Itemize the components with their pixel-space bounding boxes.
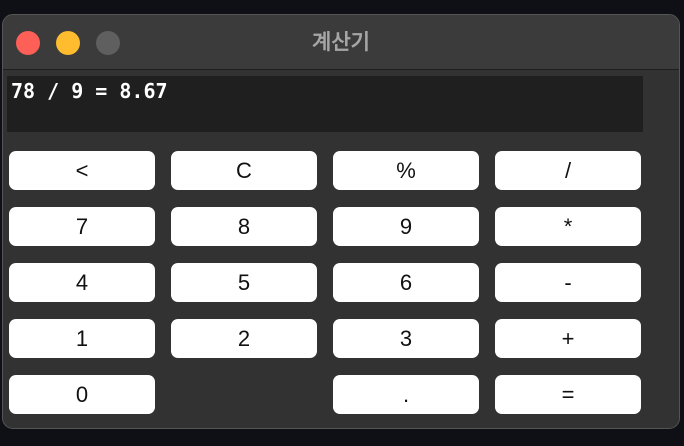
key-divide-button[interactable]: / — [495, 151, 641, 190]
key-clear-button[interactable]: C — [171, 151, 317, 190]
key-multiply-button[interactable]: * — [495, 207, 641, 246]
key-decimal-button[interactable]: . — [333, 375, 479, 414]
key-backspace-button[interactable]: < — [9, 151, 155, 190]
key-add-button[interactable]: + — [495, 319, 641, 358]
key-2-button[interactable]: 2 — [171, 319, 317, 358]
key-5-button[interactable]: 5 — [171, 263, 317, 302]
key-1-button[interactable]: 1 — [9, 319, 155, 358]
key-subtract-button[interactable]: - — [495, 263, 641, 302]
key-0-button[interactable]: 0 — [9, 375, 155, 414]
calculator-window: 계산기 78 / 9 = 8.67 < C% / 7 8 9 * 4 5 6- 1 2 3 +0. = — [2, 14, 680, 429]
result-display: 78 / 9 = 8.67 — [7, 76, 643, 132]
key-7-button[interactable]: 7 — [9, 207, 155, 246]
key-6-button[interactable]: 6 — [333, 263, 479, 302]
key-3-button[interactable]: 3 — [333, 319, 479, 358]
key-4-button[interactable]: 4 — [9, 263, 155, 302]
key-8-button[interactable]: 8 — [171, 207, 317, 246]
key-equals-button[interactable]: = — [495, 375, 641, 414]
key-percent-button[interactable]: % — [333, 151, 479, 190]
title-bar[interactable]: 계산기 — [3, 15, 679, 70]
key-9-button[interactable]: 9 — [333, 207, 479, 246]
window-title: 계산기 — [312, 30, 370, 54]
